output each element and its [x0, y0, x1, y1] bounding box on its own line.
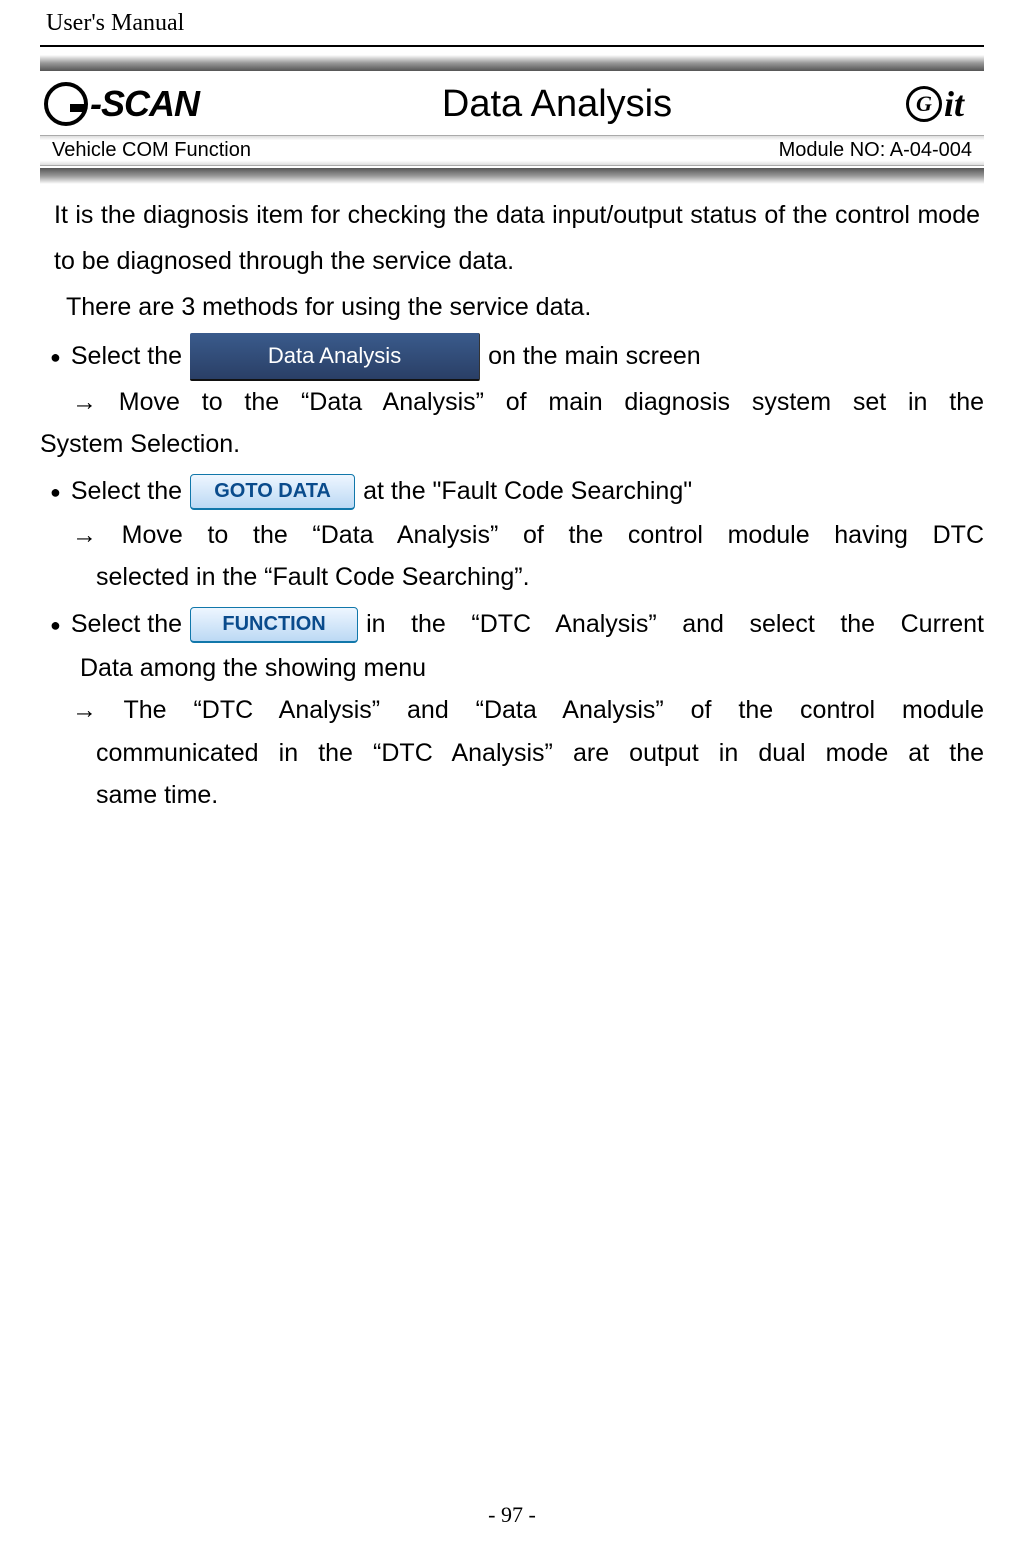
bullet2-post-text: at the "Fault Code Searching" [363, 477, 692, 506]
bullet-item-1: ● Select the Data Analysis on the main s… [40, 333, 984, 381]
bullet2-pre-text: Select the [71, 477, 182, 506]
subheader-bar: Vehicle COM Function Module NO: A-04-004 [40, 135, 984, 166]
bullet3-arrow-text: → The “DTC Analysis” and “Data Analysis”… [40, 689, 984, 817]
git-logo-text: it [944, 83, 964, 125]
goto-data-button[interactable]: GOTO DATA [190, 474, 355, 510]
bullet1-pre-text: Select the [71, 342, 182, 371]
bottom-gradient-bar [40, 168, 984, 184]
data-analysis-button[interactable]: Data Analysis [190, 333, 480, 381]
gscan-logo-text: -SCAN [90, 83, 199, 125]
bullet-dot-icon: ● [50, 603, 61, 647]
bullet-dot-icon: ● [50, 335, 61, 379]
function-button[interactable]: FUNCTION [190, 607, 358, 643]
gscan-logo: -SCAN [44, 79, 224, 129]
header-divider [40, 45, 984, 47]
bullet3-pre-text: Select the [71, 610, 182, 639]
bullet-item-3: ● Select the FUNCTION in the “DTC Analys… [40, 603, 984, 647]
subheader-left: Vehicle COM Function [52, 139, 251, 162]
bullet-item-2: ● Select the GOTO DATA at the "Fault Cod… [40, 470, 984, 514]
git-g-icon: G [906, 86, 942, 122]
bullet3-post-text-line2: Data among the showing menu [40, 647, 984, 690]
top-gradient-bar [40, 55, 984, 71]
intro-paragraph-2: There are 3 methods for using the servic… [40, 287, 984, 327]
bullet2-arrow-text: → Move to the “Data Analysis” of the con… [40, 514, 984, 599]
page-number: - 97 - [0, 1502, 1024, 1528]
subheader-right: Module NO: A-04-004 [779, 139, 972, 162]
bullet-dot-icon: ● [50, 470, 61, 514]
page-header-title: User's Manual [40, 10, 984, 41]
bullet3-post-text-line1: in the “DTC Analysis” and select the Cur… [366, 610, 984, 639]
intro-paragraph-1: It is the diagnosis item for checking th… [40, 192, 984, 285]
gscan-g-icon [44, 82, 88, 126]
bullet1-post-text: on the main screen [488, 342, 701, 371]
bullet1-arrow-text: → Move to the “Data Analysis” of main di… [40, 381, 984, 466]
git-logo: G it [890, 81, 980, 127]
page-title: Data Analysis [234, 83, 880, 126]
title-row: -SCAN Data Analysis G it [40, 73, 984, 135]
